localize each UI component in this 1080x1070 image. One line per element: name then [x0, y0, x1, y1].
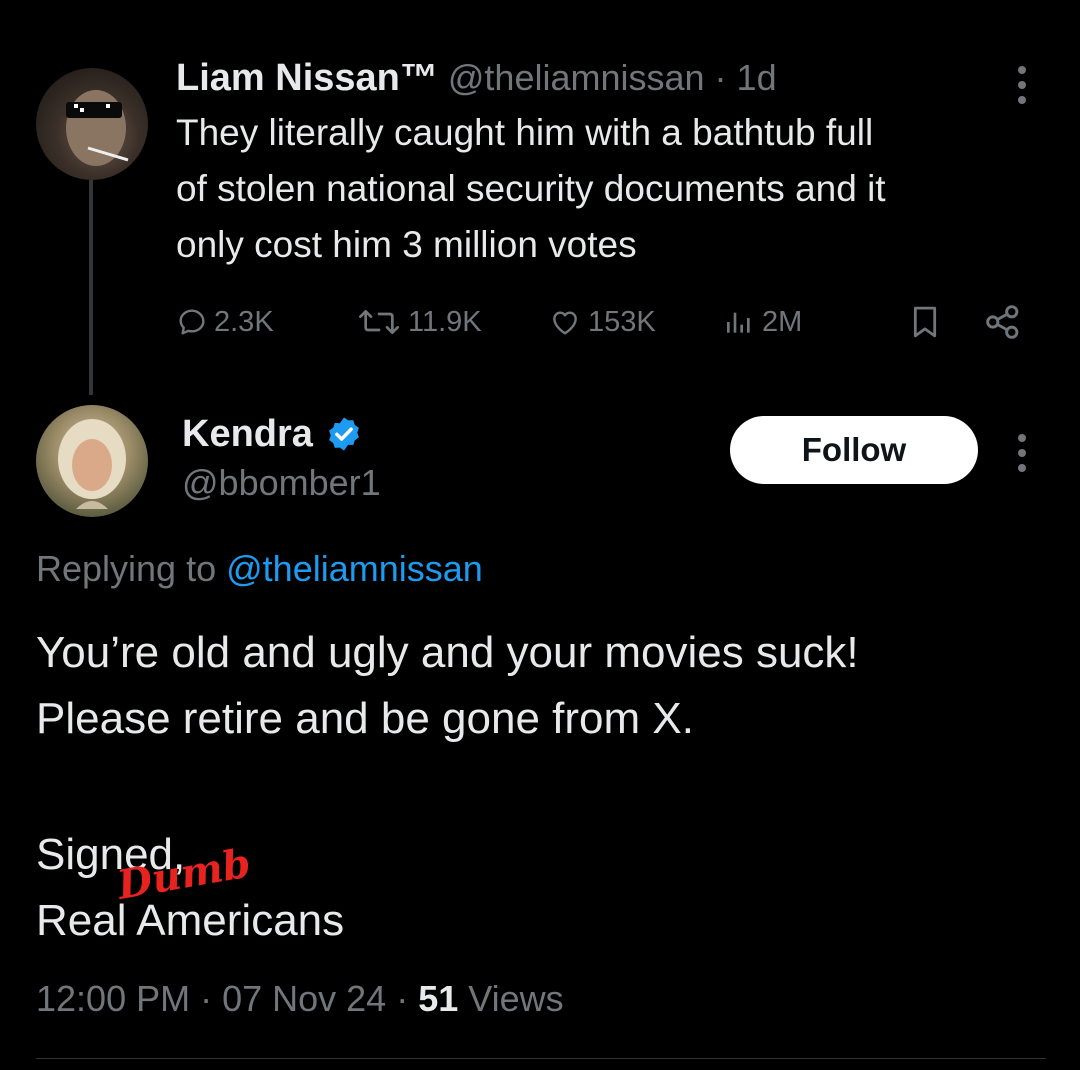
share-icon[interactable] — [984, 304, 1022, 345]
tweet-line: of stolen national security documents an… — [176, 168, 886, 209]
avatar-kendra[interactable] — [36, 405, 148, 517]
avatar-image — [66, 90, 129, 166]
follow-button[interactable]: Follow — [730, 416, 978, 484]
replying-to-line: Replying to @theliamnissan — [36, 548, 483, 590]
timestamp-row: 12:00 PM · 07 Nov 24 · 51 Views — [36, 978, 564, 1020]
views-action[interactable]: 2M — [722, 300, 802, 344]
heart-icon — [553, 311, 577, 335]
reply-count: 2.3K — [214, 305, 274, 338]
like-action[interactable]: 153K — [548, 300, 656, 344]
tweet-line: You’re old and ugly and your movies suck… — [36, 628, 859, 677]
reply-icon — [179, 309, 205, 335]
analytics-icon — [727, 312, 750, 333]
more-options-icon[interactable] — [1018, 434, 1026, 472]
dot-separator: · — [200, 978, 213, 1019]
dot-separator: · — [714, 57, 727, 98]
verified-badge-icon — [329, 417, 359, 451]
author-name[interactable]: Liam Nissan™ — [176, 57, 438, 100]
author-name[interactable]: Kendra — [182, 413, 313, 456]
author-handle[interactable]: @theliamnissan — [448, 57, 705, 99]
bookmark-icon[interactable] — [908, 304, 942, 345]
divider — [36, 1058, 1046, 1059]
dot-separator: · — [396, 978, 409, 1019]
repost-count: 11.9K — [408, 305, 482, 338]
reply-author-row: Kendra — [182, 410, 363, 458]
avatar-image — [58, 419, 126, 509]
author-handle[interactable]: @bbomber1 — [182, 462, 381, 504]
reply-action[interactable]: 2.3K — [176, 300, 274, 344]
post-date[interactable]: 07 Nov 24 — [222, 978, 386, 1020]
original-tweet-text: They literally caught him with a bathtub… — [176, 105, 1056, 273]
reply-tweet-text: You’re old and ugly and your movies suck… — [36, 620, 1046, 752]
time-ago[interactable]: 1d — [737, 57, 777, 99]
signoff-line: Real Americans — [36, 896, 345, 945]
replying-to-link[interactable]: @theliamnissan — [226, 548, 483, 589]
like-count: 153K — [588, 305, 656, 338]
replying-to-label: Replying to — [36, 548, 217, 589]
more-options-icon[interactable] — [1018, 66, 1026, 104]
thread-line — [89, 180, 93, 395]
views-label: Views — [468, 978, 564, 1019]
repost-action[interactable]: 11.9K — [356, 300, 482, 344]
views-count: 51 — [418, 978, 459, 1019]
tweet-line: Please retire and be gone from X. — [36, 694, 694, 743]
avatar-liam[interactable] — [36, 68, 148, 180]
tweet-line: only cost him 3 million votes — [176, 224, 637, 265]
post-time[interactable]: 12:00 PM — [36, 978, 190, 1020]
tweet-line: They literally caught him with a bathtub… — [176, 112, 874, 153]
view-count: 2M — [762, 305, 803, 338]
original-tweet-header: Liam Nissan™ @theliamnissan · 1d — [176, 54, 777, 102]
repost-icon — [359, 310, 399, 334]
